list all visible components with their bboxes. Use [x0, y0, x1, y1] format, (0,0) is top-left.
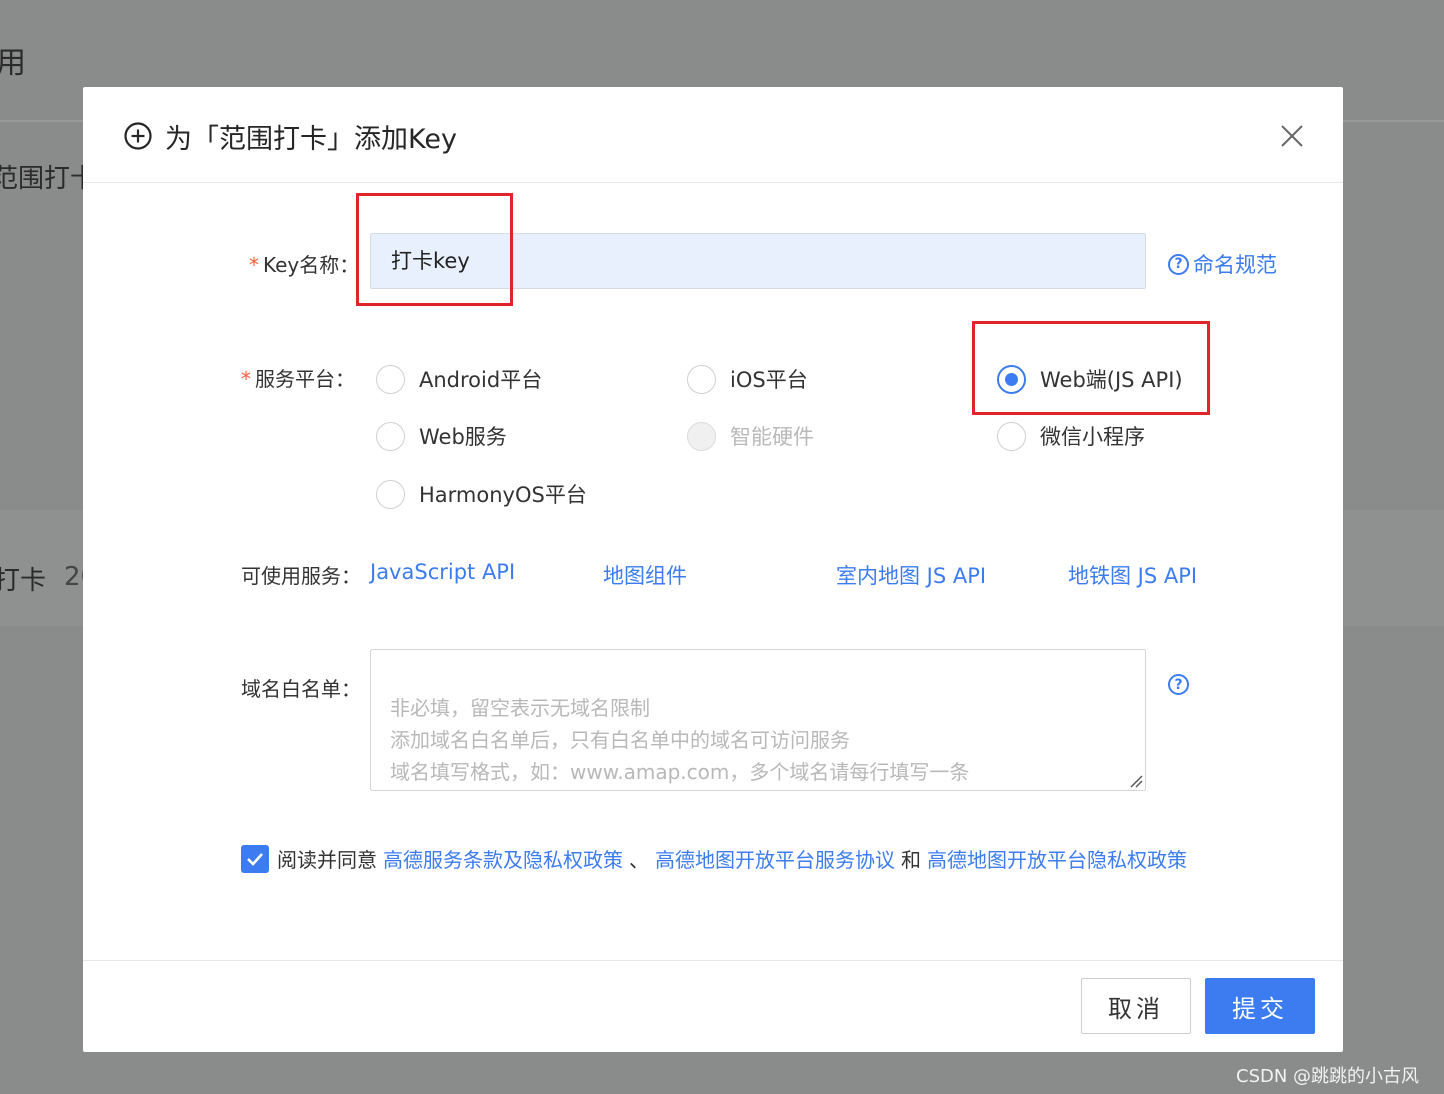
service-map-component[interactable]: 地图组件 [603, 560, 687, 590]
add-key-dialog: 为「范围打卡」添加Key * Key名称： 打卡key ? 命名规范 * 服务平台：… [83, 87, 1343, 1052]
radio-circle [376, 479, 405, 509]
naming-rules-label: 命名规范 [1193, 253, 1277, 277]
radio-label: 微信小程序 [1040, 425, 1145, 449]
resize-grip-icon[interactable] [1129, 774, 1143, 788]
radio-label: Web服务 [419, 425, 507, 449]
service-indoor-map[interactable]: 室内地图 JS API [836, 560, 986, 590]
naming-rules-link[interactable]: ? 命名规范 [1168, 249, 1277, 279]
agreement-prefix: 阅读并同意 [277, 848, 377, 872]
domain-whitelist-label: 域名白名单： [241, 677, 361, 701]
bg-item-title: 范围打卡 [0, 164, 97, 194]
service-subway-map[interactable]: 地铁图 JS API [1068, 560, 1197, 590]
agreement-row: 阅读并同意 高德服务条款及隐私权政策 、 高德地图开放平台服务协议 和 高德地图… [241, 844, 1193, 873]
highlight-box-web-js-api [972, 321, 1210, 415]
radio-harmonyos[interactable]: HarmonyOS平台 [376, 479, 587, 509]
question-circle-icon[interactable]: ? [1168, 674, 1189, 695]
amap-terms-link[interactable]: 高德服务条款及隐私权政策 [383, 844, 623, 873]
platform-label-text: 服务平台： [255, 367, 355, 391]
agreement-conjunction: 和 [901, 848, 921, 872]
dialog-title: 为「范围打卡」添加Key [165, 124, 457, 155]
radio-circle [687, 364, 716, 394]
radio-label: HarmonyOS平台 [419, 483, 587, 507]
radio-ios[interactable]: iOS平台 [687, 364, 808, 394]
question-circle-icon: ? [1168, 253, 1189, 275]
bg-row-name: 打卡 [0, 566, 47, 596]
radio-circle [376, 364, 405, 394]
submit-button[interactable]: 提交 [1205, 978, 1315, 1034]
domain-whitelist-textarea[interactable]: 非必填，留空表示无域名限制 添加域名白名单后，只有白名单中的域名可访问服务 域名… [370, 649, 1146, 791]
close-icon[interactable] [1279, 123, 1305, 149]
required-mark: * [249, 253, 259, 277]
domain-whitelist-placeholder: 非必填，留空表示无域名限制 添加域名白名单后，只有白名单中的域名可访问服务 域名… [390, 696, 970, 784]
key-name-label: * Key名称： [249, 249, 359, 278]
radio-label: iOS平台 [730, 368, 808, 392]
radio-circle [997, 421, 1026, 451]
radio-smart-hardware: 智能硬件 [687, 421, 814, 451]
radio-wechat-miniprogram[interactable]: 微信小程序 [997, 421, 1145, 451]
radio-circle [376, 421, 405, 451]
required-mark: * [241, 367, 251, 391]
agreement-separator: 、 [629, 848, 649, 872]
dialog-footer-divider [83, 960, 1343, 961]
cancel-button[interactable]: 取消 [1081, 978, 1191, 1034]
platform-label: * 服务平台： [241, 363, 355, 392]
key-name-label-text: Key名称： [263, 253, 360, 277]
services-label: 可使用服务： [241, 564, 361, 588]
radio-circle-disabled [687, 421, 716, 451]
radio-android[interactable]: Android平台 [376, 364, 542, 394]
checkmark-icon [247, 852, 263, 866]
radio-web-service[interactable]: Web服务 [376, 421, 507, 451]
open-platform-agreement-link[interactable]: 高德地图开放平台服务协议 [655, 844, 895, 873]
highlight-box-key-name [356, 193, 513, 306]
bg-heading-fragment: 用 [0, 46, 26, 81]
dialog-header: 为「范围打卡」添加Key [83, 87, 1343, 183]
radio-label: 智能硬件 [730, 425, 814, 449]
plus-circle-icon [124, 122, 152, 150]
open-platform-privacy-link[interactable]: 高德地图开放平台隐私权政策 [927, 844, 1187, 873]
service-javascript-api[interactable]: JavaScript API [370, 560, 515, 584]
radio-label: Android平台 [419, 368, 543, 392]
agreement-checkbox[interactable] [241, 844, 269, 873]
watermark: CSDN @跳跳的小古风 [1236, 1066, 1420, 1087]
